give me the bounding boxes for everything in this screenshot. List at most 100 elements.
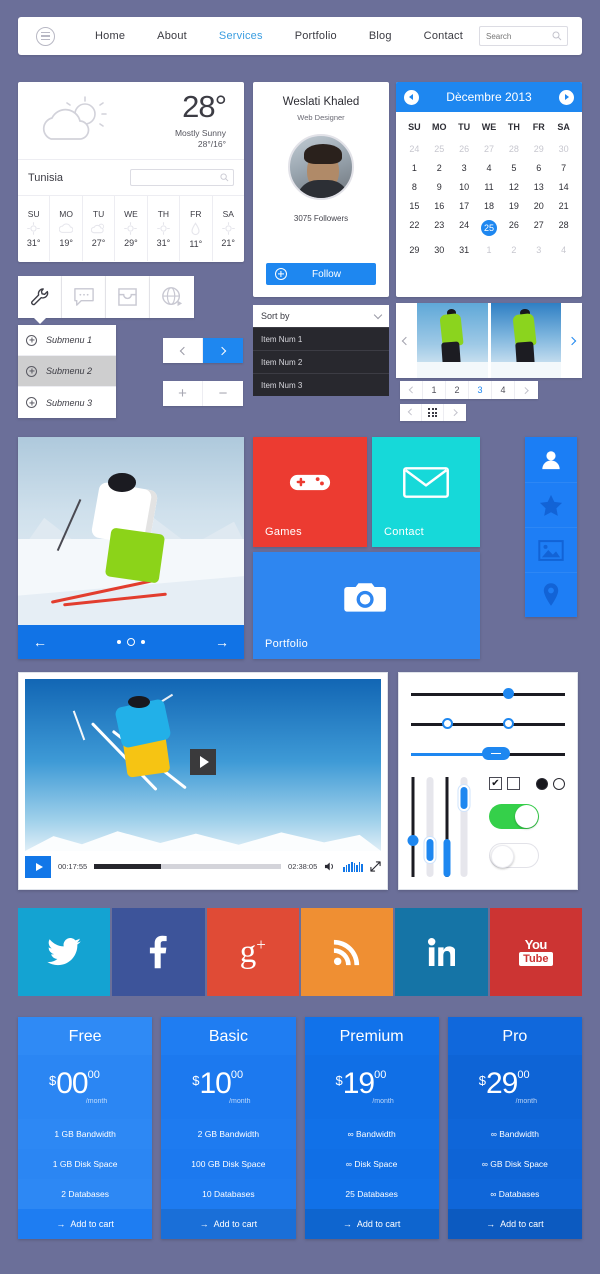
social-google-plus[interactable]: g+ <box>206 908 299 996</box>
toggle-off[interactable] <box>489 843 539 868</box>
calendar-day[interactable]: 5 <box>501 158 526 177</box>
prev-button[interactable] <box>163 338 203 363</box>
calendar-day[interactable]: 3 <box>526 240 551 259</box>
carousel-slide[interactable] <box>490 303 561 378</box>
calendar-day[interactable]: 6 <box>526 158 551 177</box>
tab-wrench[interactable] <box>18 276 62 318</box>
slider-knob[interactable] <box>407 835 419 846</box>
speaker-icon[interactable] <box>324 861 336 872</box>
slider-knob-low[interactable] <box>441 718 453 729</box>
plus-button[interactable]: + <box>163 381 203 406</box>
calendar-day[interactable]: 28 <box>501 139 526 158</box>
expand-icon[interactable] <box>370 861 381 872</box>
radio-selected[interactable] <box>536 777 548 790</box>
side-item-image[interactable] <box>525 527 577 572</box>
search-box[interactable] <box>478 26 568 46</box>
vertical-slider-3[interactable] <box>443 777 451 877</box>
carousel-slide[interactable] <box>417 303 488 378</box>
calendar-day[interactable]: 22 <box>402 215 427 240</box>
nav-link-blog[interactable]: Blog <box>353 30 408 42</box>
hero-prev-button[interactable]: ← <box>18 634 62 650</box>
calendar-day[interactable]: 9 <box>427 177 452 196</box>
video-screen[interactable] <box>25 679 381 851</box>
calendar-day[interactable]: 7 <box>551 158 576 177</box>
calendar-day[interactable]: 2 <box>501 240 526 259</box>
social-linkedin[interactable] <box>395 908 488 996</box>
horizontal-slider-single[interactable] <box>411 687 565 701</box>
calendar-day[interactable]: 27 <box>477 139 502 158</box>
checkbox-unchecked[interactable] <box>507 777 520 790</box>
submenu-item[interactable]: Submenu 3 <box>18 387 116 418</box>
calendar-day[interactable]: 4 <box>551 240 576 259</box>
calendar-day[interactable]: 16 <box>427 196 452 215</box>
hamburger-icon[interactable] <box>36 26 55 46</box>
calendar-day[interactable]: 21 <box>551 196 576 215</box>
calendar-day[interactable]: 1 <box>477 240 502 259</box>
nav-link-services[interactable]: Services <box>203 30 279 42</box>
pagination-page[interactable]: 1 <box>423 381 446 399</box>
horizontal-slider-pill[interactable] <box>411 747 565 761</box>
sort-option[interactable]: Item Num 3 <box>253 373 389 396</box>
slider-pill-knob[interactable] <box>424 837 436 863</box>
hero-next-button[interactable]: → <box>200 634 244 650</box>
calendar-day[interactable]: 31 <box>452 240 477 259</box>
calendar-day[interactable]: 15 <box>402 196 427 215</box>
nav-link-contact[interactable]: Contact <box>408 30 479 42</box>
tile-contact[interactable]: Contact <box>372 437 480 547</box>
calendar-day[interactable]: 26 <box>501 215 526 240</box>
tab-chat[interactable] <box>62 276 106 318</box>
social-youtube[interactable]: You Tube <box>489 908 582 996</box>
calendar-day-selected[interactable]: 25 <box>477 215 502 240</box>
plan-add-to-cart[interactable]: → Add to cart <box>447 1209 582 1239</box>
tab-globe[interactable] <box>150 276 194 318</box>
hero-dot-active[interactable] <box>127 638 135 646</box>
toggle-on[interactable] <box>489 804 539 829</box>
sort-dropdown-toggle[interactable]: Sort by <box>253 305 389 327</box>
calendar-day[interactable]: 26 <box>452 139 477 158</box>
nav-link-about[interactable]: About <box>141 30 203 42</box>
pagination-page[interactable]: 2 <box>446 381 469 399</box>
calendar-day[interactable]: 2 <box>427 158 452 177</box>
calendar-next-button[interactable] <box>558 89 574 105</box>
calendar-day[interactable]: 27 <box>526 215 551 240</box>
slider-pill-knob[interactable] <box>481 747 510 760</box>
calendar-day[interactable]: 18 <box>477 196 502 215</box>
sort-option[interactable]: Item Num 2 <box>253 350 389 373</box>
calendar-day[interactable]: 3 <box>452 158 477 177</box>
sort-option[interactable]: Item Num 1 <box>253 327 389 350</box>
tab-inbox[interactable] <box>106 276 150 318</box>
calendar-day[interactable]: 23 <box>427 215 452 240</box>
plan-add-to-cart[interactable]: → Add to cart <box>304 1209 439 1239</box>
nav-link-home[interactable]: Home <box>79 30 141 42</box>
horizontal-slider-range[interactable] <box>411 717 565 731</box>
calendar-day[interactable]: 13 <box>526 177 551 196</box>
calendar-day[interactable]: 10 <box>452 177 477 196</box>
video-progress-track[interactable] <box>94 864 282 869</box>
calendar-day[interactable]: 29 <box>402 240 427 259</box>
plan-add-to-cart[interactable]: → Add to cart <box>18 1209 153 1239</box>
video-big-play-button[interactable] <box>190 748 216 775</box>
calendar-day[interactable]: 4 <box>477 158 502 177</box>
vertical-slider-2[interactable] <box>424 777 436 877</box>
calendar-day[interactable]: 14 <box>551 177 576 196</box>
slider-knob-high[interactable] <box>503 718 515 729</box>
follow-button[interactable]: Follow <box>266 263 376 285</box>
pager-prev[interactable] <box>400 404 422 421</box>
pagination-page-active[interactable]: 3 <box>469 381 492 399</box>
weather-search-input[interactable] <box>130 169 234 186</box>
checkbox-checked[interactable]: ✔ <box>489 777 502 790</box>
side-item-star[interactable] <box>525 482 577 527</box>
pager-next[interactable] <box>444 404 466 421</box>
social-twitter[interactable] <box>18 908 111 996</box>
submenu-item[interactable]: Submenu 2 <box>18 356 116 387</box>
calendar-day[interactable]: 17 <box>452 196 477 215</box>
calendar-day[interactable]: 19 <box>501 196 526 215</box>
side-item-location[interactable] <box>525 572 577 617</box>
radio-unselected[interactable] <box>553 777 565 790</box>
social-rss[interactable] <box>300 908 394 996</box>
carousel-next-button[interactable] <box>564 303 582 378</box>
vertical-slider-4[interactable] <box>458 777 470 877</box>
pagination-next[interactable] <box>515 381 538 399</box>
video-play-button[interactable] <box>25 855 51 878</box>
calendar-day[interactable]: 30 <box>551 139 576 158</box>
